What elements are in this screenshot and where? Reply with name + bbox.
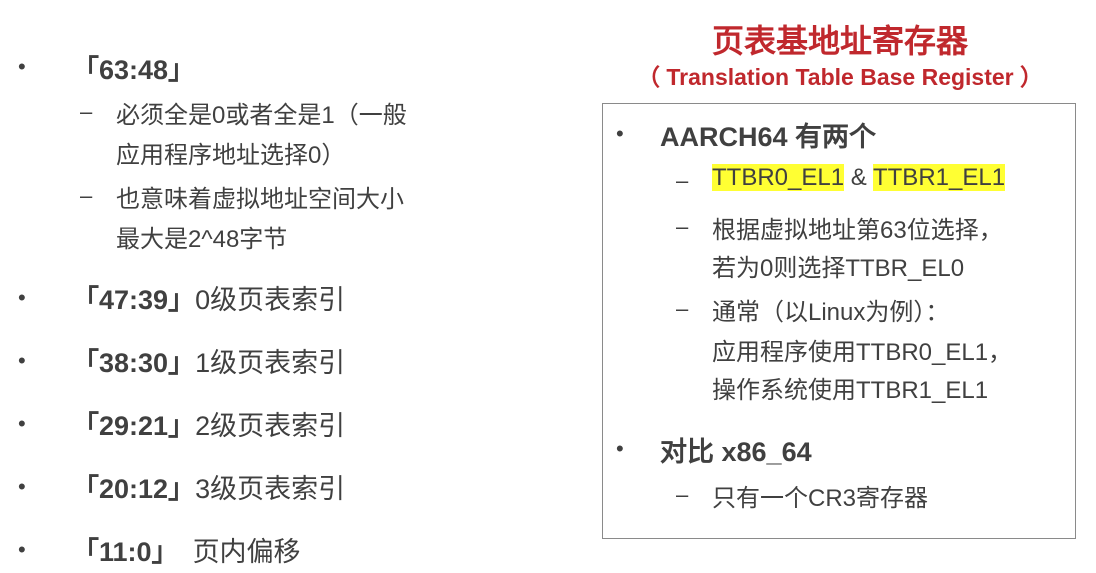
dash-icon: – — [80, 99, 93, 124]
bullet-icon: • — [18, 474, 26, 499]
range-desc: 0级页表索引 — [195, 285, 346, 315]
range-label: 「47:39」 — [72, 285, 196, 315]
sub-note-line: 应用程序地址选择0） — [116, 142, 346, 169]
dash-icon: – — [80, 183, 93, 208]
ttbr1-register: TTBR1_EL1 — [872, 164, 1006, 191]
range-label: 「20:12」 — [72, 474, 196, 504]
linux-usage-line: 通常（以Linux为例）： — [712, 299, 950, 326]
ttbr-registers-line: TTBR0_EL1 & TTBR1_EL1 — [712, 164, 1006, 192]
page-title: 页表基地址寄存器 — [711, 23, 968, 59]
dash-icon: – — [676, 168, 689, 193]
sub-note-line: 也意味着虚拟地址空间大小 — [116, 186, 404, 213]
range-desc: 2级页表索引 — [195, 411, 346, 441]
x86-heading: 对比 x86_64 — [660, 437, 812, 467]
bullet-icon: • — [616, 121, 624, 146]
bullet-icon: • — [616, 436, 624, 461]
amp-separator: & — [844, 164, 873, 191]
sub-note-line: 最大是2^48字节 — [116, 226, 288, 253]
range-label: 「38:30」 — [72, 348, 196, 378]
range-desc: 3级页表索引 — [195, 474, 346, 504]
range-label: 「11:0」 — [72, 537, 179, 567]
page-subtitle: （ Translation Table Base Register ） — [636, 64, 1044, 90]
dash-icon: – — [676, 482, 689, 507]
bullet-icon: • — [18, 411, 26, 436]
linux-usage-line: 操作系统使用TTBR1_EL1 — [712, 377, 989, 404]
range-item: 「29:21」2级页表索引 — [72, 404, 345, 443]
range-desc: 1级页表索引 — [195, 348, 346, 378]
select-rule-line: 若为0则选择TTBR_EL0 — [712, 255, 965, 282]
dash-icon: – — [676, 296, 689, 321]
sub-note-line: 必须全是0或者全是1（一般 — [116, 102, 407, 129]
bullet-icon: • — [18, 54, 26, 79]
ttbr0-register: TTBR0_EL1 — [712, 164, 845, 191]
range-desc: 页内偏移 — [192, 537, 301, 567]
bullet-icon: • — [18, 285, 26, 310]
range-item: 「20:12」3级页表索引 — [72, 467, 345, 506]
select-rule-line: 根据虚拟地址第63位选择， — [712, 217, 1003, 244]
dash-icon: – — [676, 214, 689, 239]
linux-usage-line: 应用程序使用TTBR0_EL1， — [712, 339, 1013, 366]
cr3-line: 只有一个CR3寄存器 — [712, 485, 929, 512]
bullet-icon: • — [18, 348, 26, 373]
range-63-48: 「63:48」 — [72, 55, 196, 85]
aarch64-heading: AARCH64 有两个 — [660, 122, 877, 152]
bullet-icon: • — [18, 537, 26, 562]
range-item: 「11:0」 页内偏移 — [72, 530, 301, 569]
range-label: 「29:21」 — [72, 411, 196, 441]
range-item: 「38:30」1级页表索引 — [72, 341, 345, 380]
range-item: 「47:39」0级页表索引 — [72, 278, 345, 317]
